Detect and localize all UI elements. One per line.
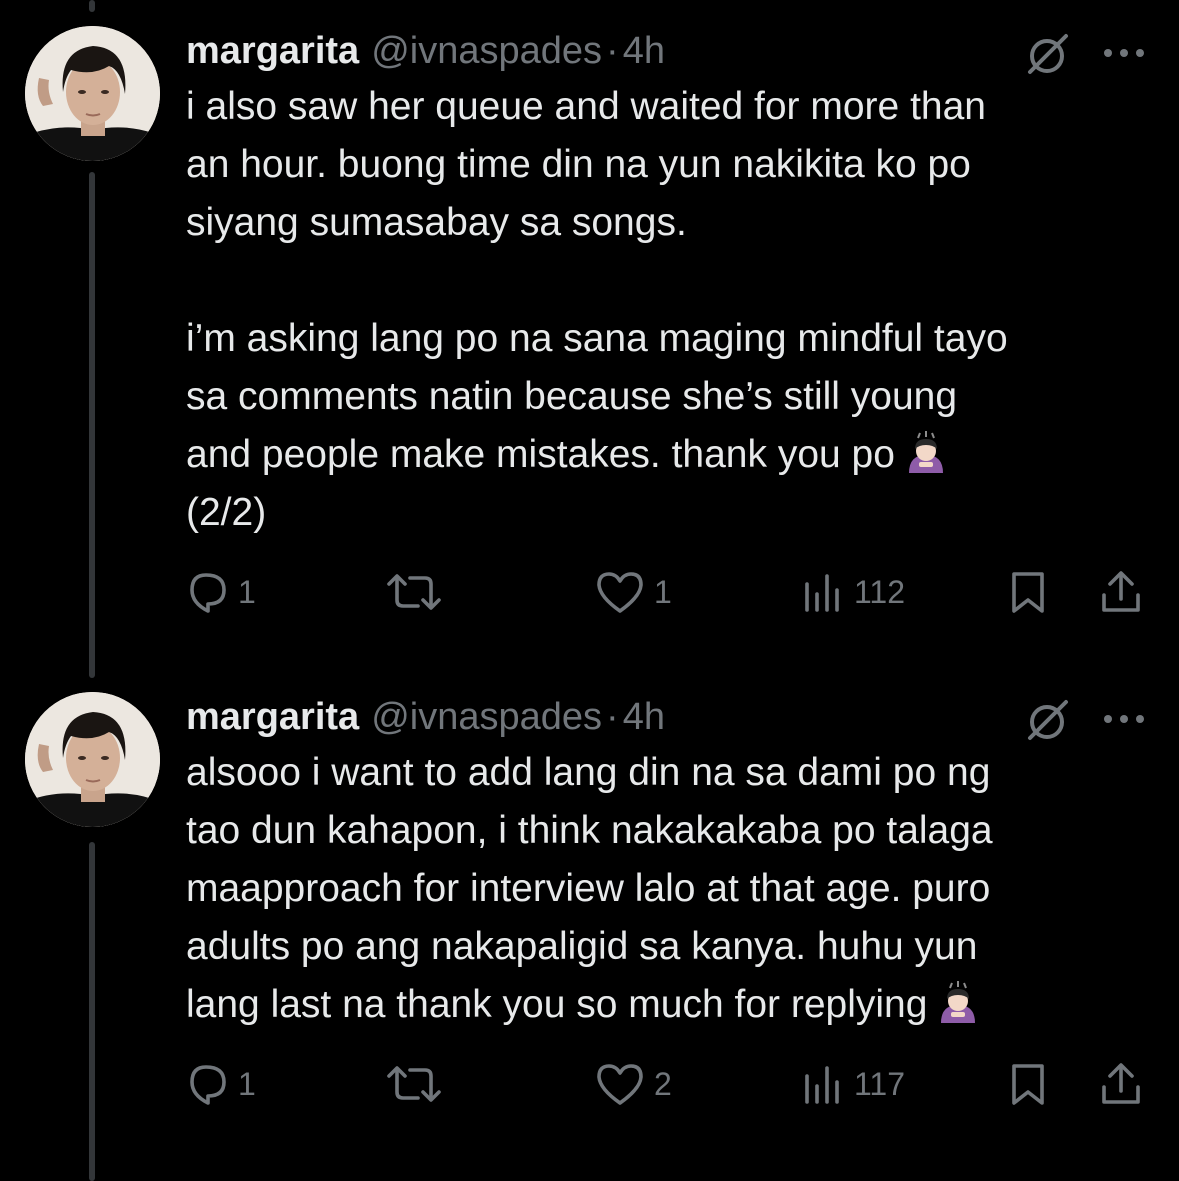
- like-button[interactable]: 2: [594, 1058, 672, 1110]
- reply-count: 1: [238, 1065, 256, 1102]
- views-count: 112: [854, 573, 906, 610]
- tweet[interactable]: margarita @ivnaspades · 4h i also saw he…: [0, 26, 1179, 626]
- action-bar: 1 1 112: [186, 566, 1156, 618]
- retweet-button[interactable]: [384, 566, 452, 618]
- person-bowing-emoji: [935, 979, 981, 1025]
- tweet[interactable]: margarita @ivnaspades · 4h alsooo i want…: [0, 692, 1179, 1132]
- views-button[interactable]: 117: [802, 1058, 905, 1110]
- views-icon: [802, 570, 846, 614]
- reply-icon: [186, 1062, 230, 1106]
- more-icon[interactable]: [1100, 46, 1148, 60]
- tweet-header: margarita @ivnaspades · 4h: [186, 692, 665, 742]
- thread-counter: (2/2): [186, 491, 267, 534]
- more-icon[interactable]: [1100, 712, 1148, 726]
- thread-line-top: [89, 0, 95, 12]
- timestamp[interactable]: 4h: [623, 692, 665, 742]
- grok-icon[interactable]: [1020, 32, 1074, 76]
- retweet-icon: [384, 1062, 444, 1106]
- action-bar: 1 2 117: [186, 1058, 1156, 1110]
- views-count: 117: [854, 1065, 906, 1102]
- bookmark-button[interactable]: [1006, 566, 1050, 618]
- author-handle[interactable]: @ivnaspades: [371, 26, 602, 76]
- avatar[interactable]: [25, 26, 160, 161]
- reply-button[interactable]: 1: [186, 1058, 256, 1110]
- author-name[interactable]: margarita: [186, 692, 359, 742]
- share-icon: [1098, 569, 1144, 615]
- retweet-button[interactable]: [384, 1058, 452, 1110]
- tweet-text: i also saw her queue and waited for more…: [186, 78, 1156, 542]
- reply-count: 1: [238, 573, 256, 610]
- grok-icon[interactable]: [1020, 698, 1074, 742]
- like-count: 2: [654, 1065, 672, 1102]
- share-button[interactable]: [1098, 566, 1144, 618]
- tweet-header: margarita @ivnaspades · 4h: [186, 26, 665, 76]
- separator: ·: [606, 696, 619, 738]
- timestamp[interactable]: 4h: [623, 26, 665, 76]
- tweet-text-content: alsooo i want to add lang din na sa dami…: [186, 751, 993, 1026]
- heart-icon: [594, 1061, 646, 1107]
- bookmark-button[interactable]: [1006, 1058, 1050, 1110]
- bookmark-icon: [1006, 1061, 1050, 1107]
- reply-icon: [186, 570, 230, 614]
- like-count: 1: [654, 573, 672, 610]
- tweet-text-content: i also saw her queue and waited for more…: [186, 85, 1008, 476]
- person-bowing-emoji: [903, 429, 949, 475]
- retweet-icon: [384, 570, 444, 614]
- heart-icon: [594, 569, 646, 615]
- bookmark-icon: [1006, 569, 1050, 615]
- separator: ·: [606, 30, 619, 72]
- author-handle[interactable]: @ivnaspades: [371, 692, 602, 742]
- reply-button[interactable]: 1: [186, 566, 256, 618]
- views-button[interactable]: 112: [802, 566, 905, 618]
- like-button[interactable]: 1: [594, 566, 672, 618]
- tweet-text: alsooo i want to add lang din na sa dami…: [186, 744, 1156, 1034]
- share-button[interactable]: [1098, 1058, 1144, 1110]
- author-name[interactable]: margarita: [186, 26, 359, 76]
- avatar[interactable]: [25, 692, 160, 827]
- views-icon: [802, 1062, 846, 1106]
- share-icon: [1098, 1061, 1144, 1107]
